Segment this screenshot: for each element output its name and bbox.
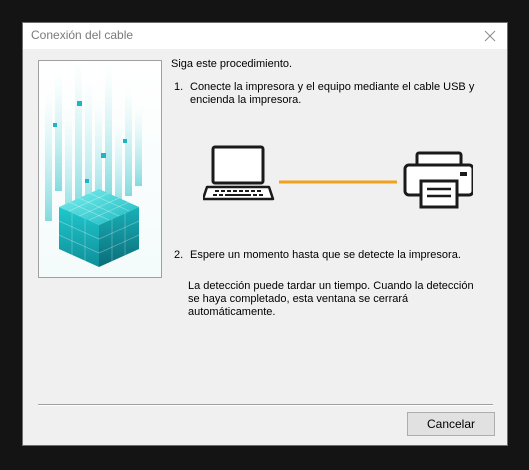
- step-1-text: Conecte la impresora y el equipo mediant…: [190, 81, 475, 106]
- connection-diagram: [201, 143, 475, 213]
- cancel-button[interactable]: Cancelar: [407, 412, 495, 436]
- detection-note: La detección puede tardar un tiempo. Cua…: [188, 280, 474, 318]
- printer-icon: [403, 151, 475, 209]
- step-2-number: 2.: [174, 249, 184, 261]
- step-2-text: Espere un momento hasta que se detecte l…: [190, 249, 461, 261]
- close-icon: [484, 30, 496, 42]
- intro-text: Siga este procedimiento.: [171, 58, 293, 70]
- step-1-number: 1.: [174, 81, 184, 93]
- window-title: Conexión del cable: [31, 28, 134, 42]
- decorative-cube-image: [38, 60, 162, 278]
- dialog-window: Conexión del cable Siga este procedimien…: [22, 22, 508, 446]
- close-button[interactable]: [473, 23, 507, 49]
- separator-line: [38, 404, 493, 406]
- title-bar[interactable]: Conexión del cable: [23, 23, 507, 49]
- laptop-icon: [201, 145, 275, 201]
